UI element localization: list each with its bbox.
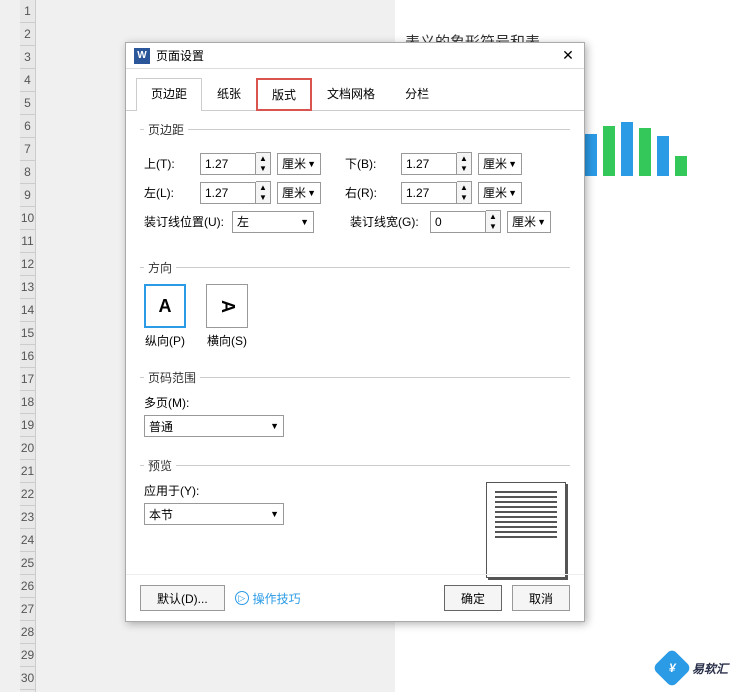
multi-select[interactable]: 普通▼ <box>144 415 284 437</box>
preview-legend: 预览 <box>144 457 176 474</box>
word-icon: W <box>134 48 150 64</box>
unit-select[interactable]: 厘米▼ <box>277 153 321 175</box>
tab-paper[interactable]: 纸张 <box>202 78 256 111</box>
spin-up-icon[interactable]: ▲ <box>256 182 270 193</box>
spin-down-icon[interactable]: ▼ <box>256 164 270 175</box>
spin-up-icon[interactable]: ▲ <box>256 153 270 164</box>
info-icon: ▷ <box>235 591 249 605</box>
right-label: 右(R): <box>345 184 397 201</box>
tab-grid[interactable]: 文档网格 <box>312 78 390 111</box>
ok-button[interactable]: 确定 <box>444 585 502 611</box>
apply-select[interactable]: 本节▼ <box>144 503 284 525</box>
spin-down-icon[interactable]: ▼ <box>486 222 500 233</box>
range-legend: 页码范围 <box>144 369 200 386</box>
tab-bar: 页边距 纸张 版式 文档网格 分栏 <box>126 69 584 111</box>
gutter-w-input[interactable]: ▲▼ <box>430 210 501 233</box>
titlebar: W 页面设置 ✕ <box>126 43 584 69</box>
left-input[interactable]: ▲▼ <box>200 181 271 204</box>
gutter-w-label: 装订线宽(G): <box>350 213 426 230</box>
unit-select[interactable]: 厘米▼ <box>277 182 321 204</box>
tab-margins[interactable]: 页边距 <box>136 78 202 111</box>
page-setup-dialog: W 页面设置 ✕ 页边距 纸张 版式 文档网格 分栏 页边距 上(T): ▲▼ … <box>125 42 585 622</box>
portrait-option[interactable]: A 纵向(P) <box>144 284 186 349</box>
left-label: 左(L): <box>144 184 196 201</box>
gutter-pos-select[interactable]: 左▼ <box>232 211 314 233</box>
cancel-button[interactable]: 取消 <box>512 585 570 611</box>
spin-up-icon[interactable]: ▲ <box>457 182 471 193</box>
unit-select[interactable]: 厘米▼ <box>478 182 522 204</box>
margins-group: 页边距 上(T): ▲▼ 厘米▼ 下(B): ▲▼ 厘米▼ 左(L): ▲▼ 厘… <box>140 121 570 251</box>
multi-label: 多页(M): <box>144 394 566 411</box>
bottom-input[interactable]: ▲▼ <box>401 152 472 175</box>
landscape-option[interactable]: A 横向(S) <box>206 284 248 349</box>
orientation-group: 方向 A 纵向(P) A 横向(S) <box>140 259 570 361</box>
spin-up-icon[interactable]: ▲ <box>457 153 471 164</box>
tab-layout[interactable]: 版式 <box>256 78 312 111</box>
margins-legend: 页边距 <box>144 121 188 138</box>
right-input[interactable]: ▲▼ <box>401 181 472 204</box>
vertical-ruler: 1234567891011121314151617181920212223242… <box>20 0 36 692</box>
close-button[interactable]: ✕ <box>560 48 576 64</box>
spin-down-icon[interactable]: ▼ <box>256 193 270 204</box>
unit-select[interactable]: 厘米▼ <box>507 211 551 233</box>
button-bar: 默认(D)... ▷操作技巧 确定 取消 <box>126 574 584 621</box>
tips-link[interactable]: ▷操作技巧 <box>235 590 301 607</box>
spin-up-icon[interactable]: ▲ <box>486 211 500 222</box>
page-range-group: 页码范围 多页(M): 普通▼ <box>140 369 570 449</box>
logo-icon: ¥ <box>652 648 692 688</box>
bottom-label: 下(B): <box>345 155 397 172</box>
dialog-title: 页面设置 <box>156 47 560 64</box>
dialog-body: 页边距 上(T): ▲▼ 厘米▼ 下(B): ▲▼ 厘米▼ 左(L): ▲▼ 厘… <box>126 111 584 608</box>
page-landscape-icon: A <box>217 300 238 313</box>
page-portrait-icon: A <box>159 296 172 317</box>
unit-select[interactable]: 厘米▼ <box>478 153 522 175</box>
top-input[interactable]: ▲▼ <box>200 152 271 175</box>
page-preview-icon <box>486 482 566 578</box>
spin-down-icon[interactable]: ▼ <box>457 193 471 204</box>
tab-columns[interactable]: 分栏 <box>390 78 444 111</box>
default-button[interactable]: 默认(D)... <box>140 585 225 611</box>
preview-group: 预览 应用于(Y): 本节▼ <box>140 457 570 590</box>
orient-legend: 方向 <box>144 259 176 276</box>
top-label: 上(T): <box>144 155 196 172</box>
gutter-pos-label: 装订线位置(U): <box>144 213 228 230</box>
watermark-logo: ¥ 易软汇 <box>658 654 728 682</box>
spin-down-icon[interactable]: ▼ <box>457 164 471 175</box>
